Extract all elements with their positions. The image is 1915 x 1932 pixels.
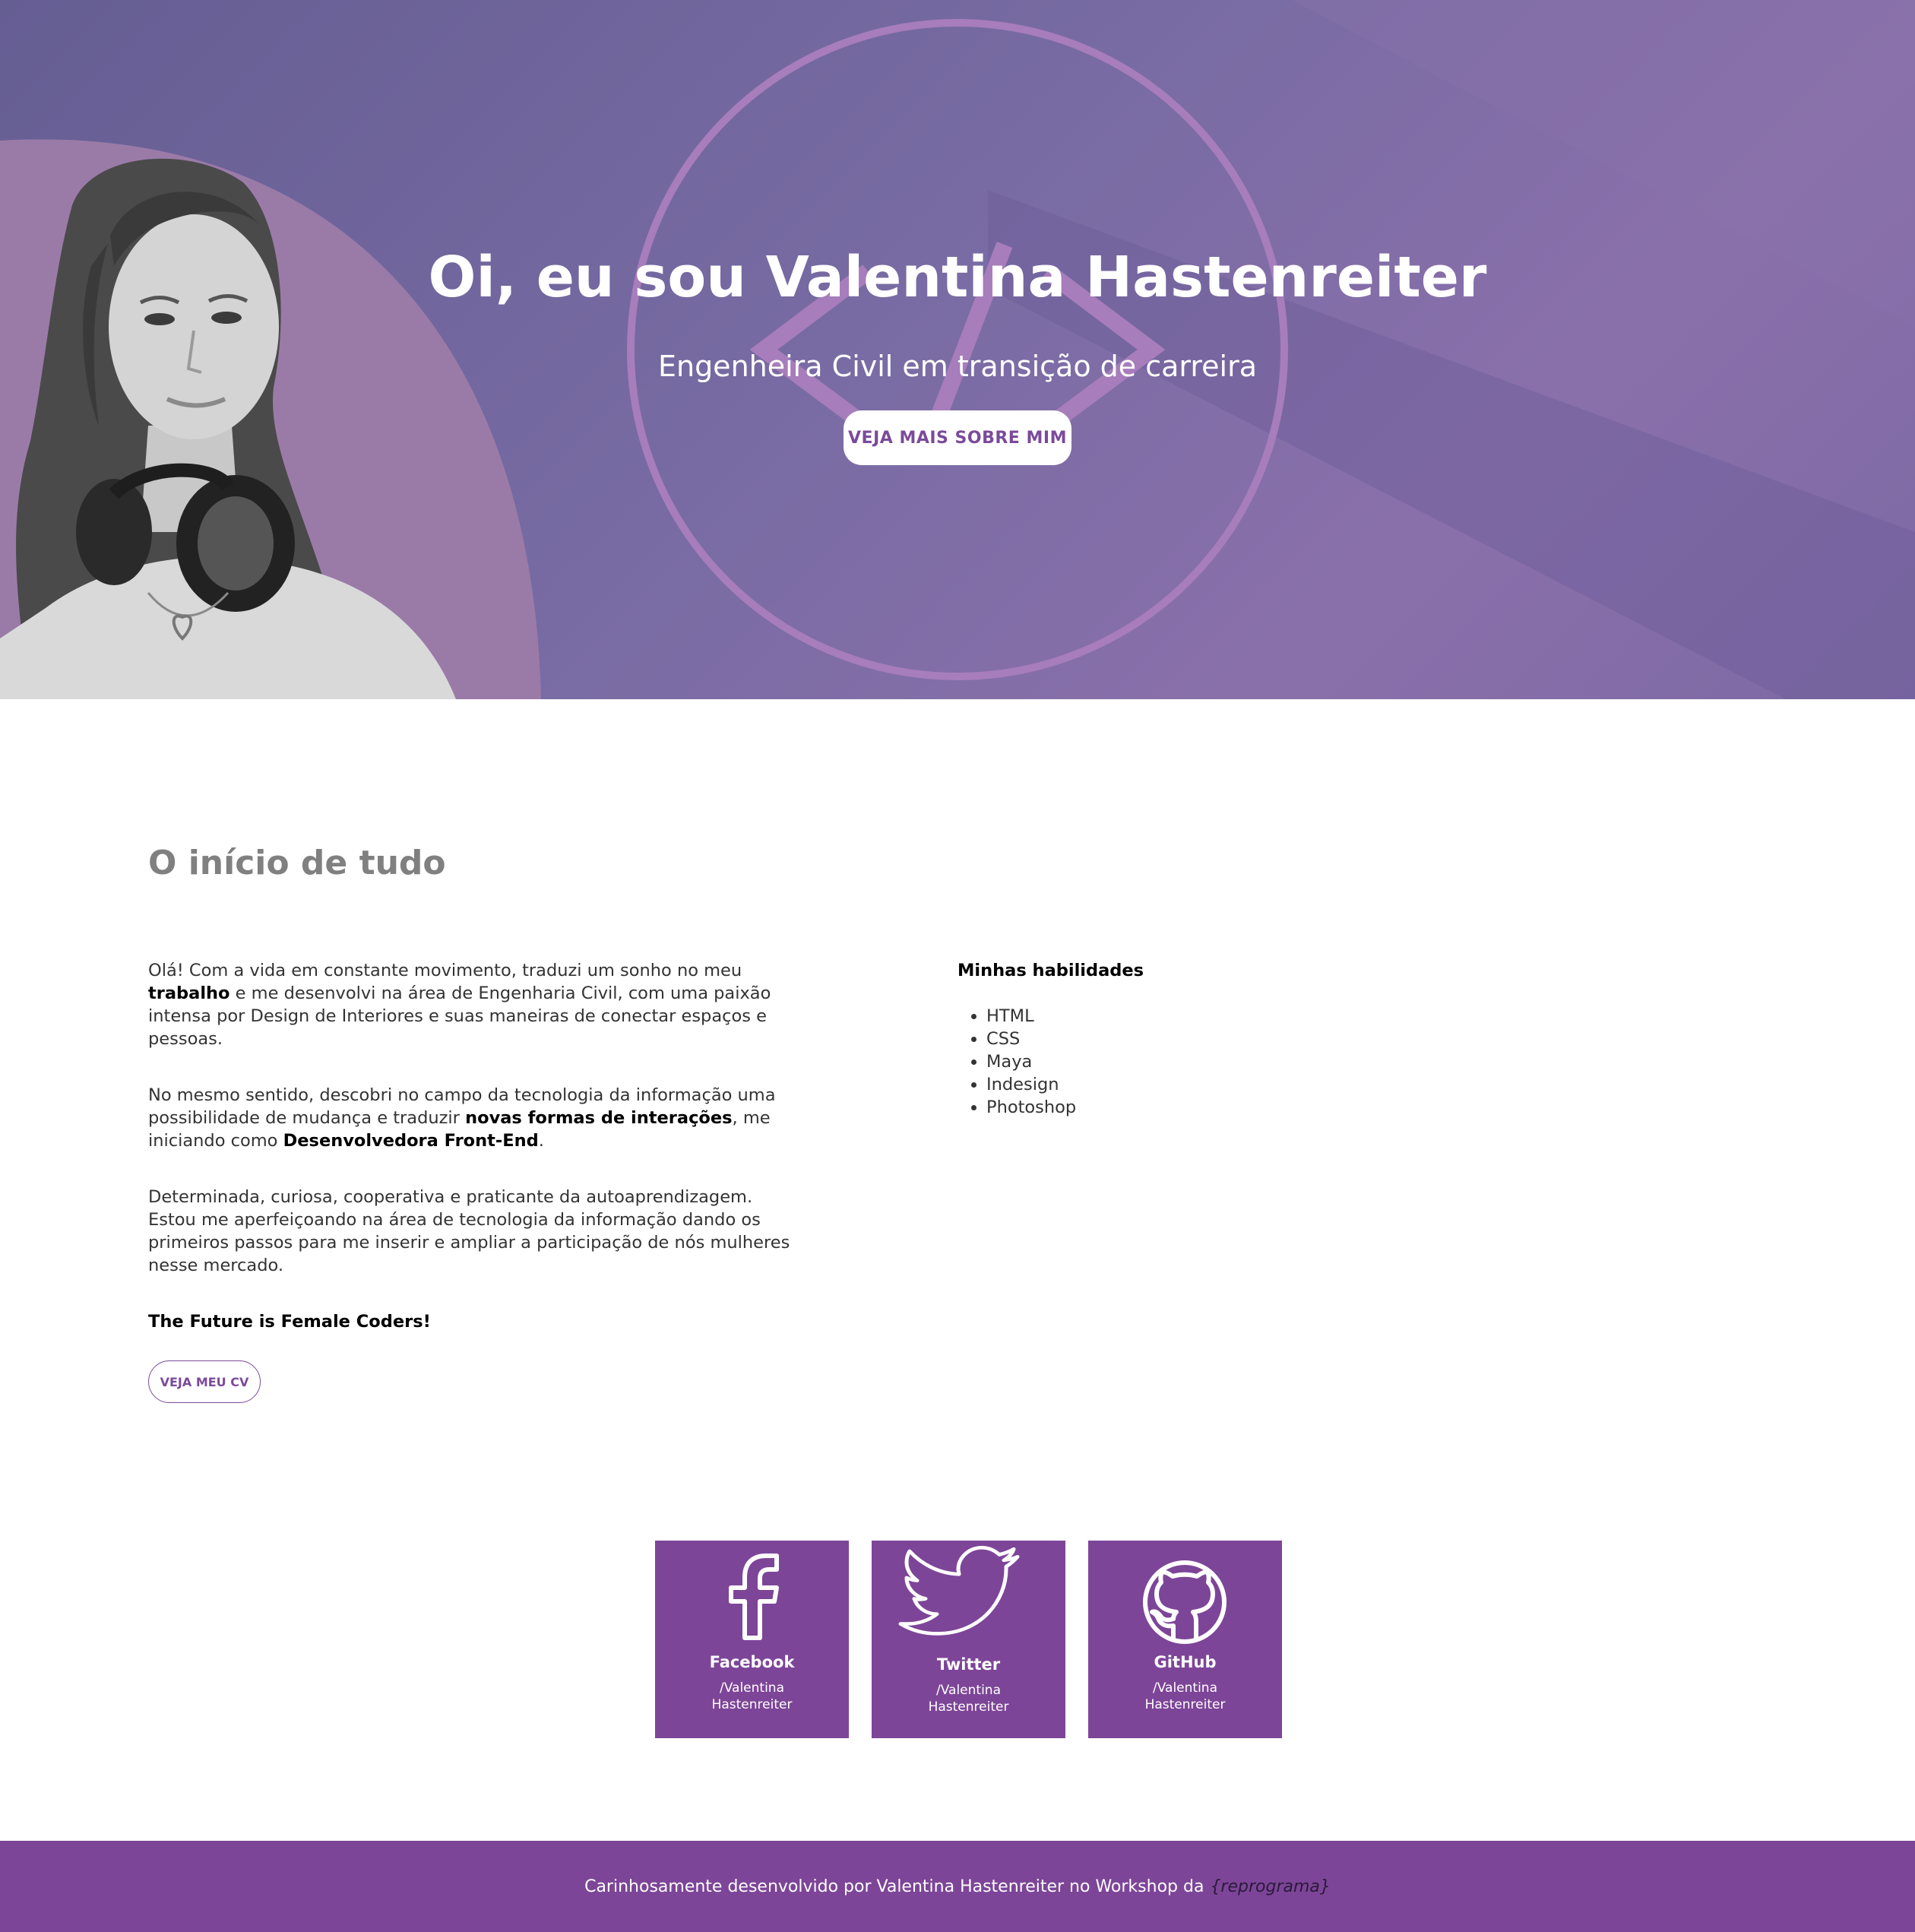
- about-title: O início de tudo: [148, 844, 446, 882]
- skills-list: HTML CSS Maya Indesign Photoshop: [958, 1005, 1337, 1119]
- social-name: GitHub: [1154, 1653, 1217, 1671]
- skill-item: Photoshop: [986, 1096, 1337, 1119]
- facebook-card[interactable]: Facebook /Valentina Hastenreiter: [655, 1541, 849, 1738]
- future-tagline: The Future is Female Coders!: [148, 1312, 431, 1332]
- github-card[interactable]: GitHub /Valentina Hastenreiter: [1088, 1541, 1282, 1738]
- cv-button[interactable]: VEJA MEU CV: [148, 1360, 261, 1403]
- see-more-button[interactable]: VEJA MAIS SOBRE MIM: [844, 410, 1071, 465]
- hero-title: Oi, eu sou Valentina Hastenreiter: [428, 245, 1487, 310]
- about-text: Olá! Com a vida em constante movimento, …: [148, 959, 794, 1403]
- social-name: Twitter: [936, 1655, 1001, 1674]
- skill-item: CSS: [986, 1028, 1337, 1050]
- github-icon: [1143, 1560, 1227, 1644]
- social-handle: /Valentina Hastenreiter: [928, 1683, 1009, 1715]
- reprograma-link[interactable]: {reprograma}: [1210, 1877, 1330, 1896]
- social-name: Facebook: [709, 1653, 795, 1671]
- skill-item: Indesign: [986, 1073, 1337, 1096]
- social-handle: /Valentina Hastenreiter: [1144, 1680, 1226, 1712]
- twitter-icon: [898, 1546, 1020, 1636]
- about-paragraph-1: Olá! Com a vida em constante movimento, …: [148, 961, 771, 1049]
- twitter-card[interactable]: Twitter /Valentina Hastenreiter: [872, 1541, 1065, 1738]
- footer-text: Carinhosamente desenvolvido por Valentin…: [584, 1877, 1204, 1896]
- skills-section: Minhas habilidades HTML CSS Maya Indesig…: [958, 959, 1337, 1119]
- skill-item: HTML: [986, 1005, 1337, 1028]
- about-paragraph-3: Determinada, curiosa, cooperativa e prat…: [148, 1187, 790, 1275]
- footer: Carinhosamente desenvolvido por Valentin…: [0, 1841, 1915, 1932]
- skills-title: Minhas habilidades: [958, 961, 1144, 980]
- hero-subtitle: Engenheira Civil em transição de carreir…: [657, 350, 1258, 383]
- profile-photo: [0, 137, 541, 699]
- social-handle: /Valentina Hastenreiter: [711, 1680, 793, 1712]
- about-paragraph-2: No mesmo sentido, descobri no campo da t…: [148, 1085, 776, 1151]
- facebook-icon: [729, 1554, 779, 1640]
- skill-item: Maya: [986, 1050, 1337, 1073]
- hero-banner: Oi, eu sou Valentina Hastenreiter Engenh…: [0, 0, 1915, 699]
